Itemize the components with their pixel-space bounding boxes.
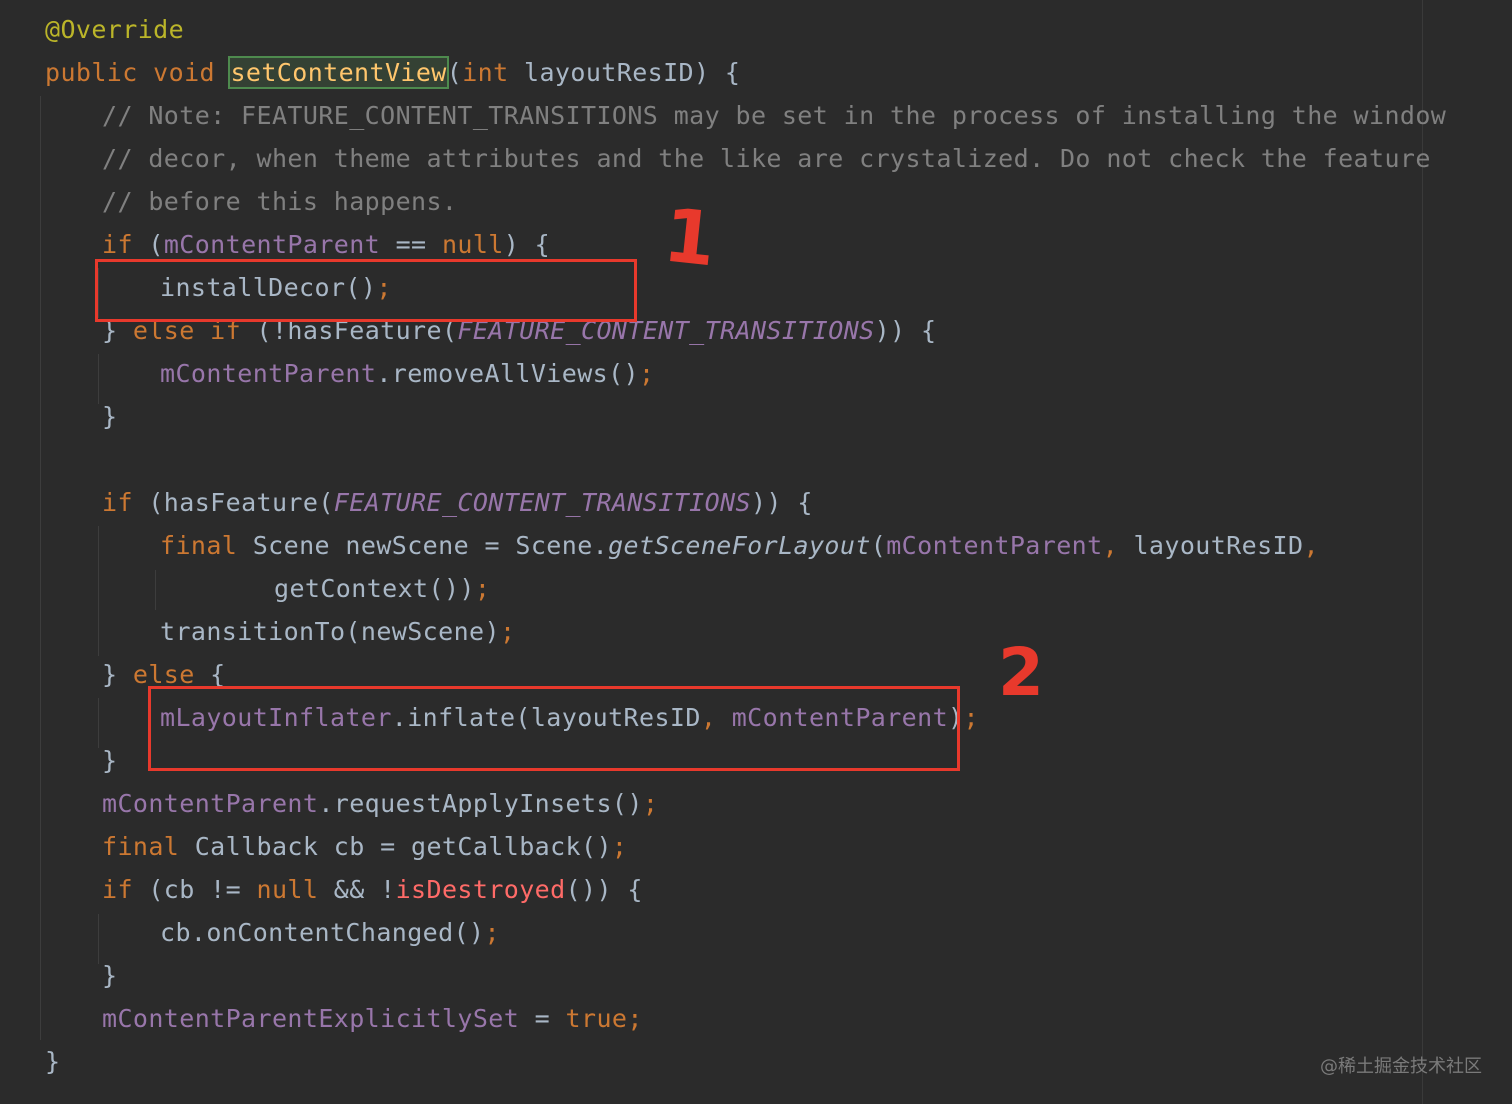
indent-guide bbox=[40, 96, 41, 1040]
code-line-new-scene: final Scene newScene = Scene.getSceneFor… bbox=[160, 524, 1319, 567]
closing-brace: } bbox=[102, 746, 118, 775]
code-comment: // before this happens. bbox=[102, 187, 458, 216]
closing-brace: } bbox=[102, 402, 118, 431]
indent-guide bbox=[98, 354, 99, 404]
code-token: .removeAllViews() bbox=[376, 359, 639, 388]
code-token: getContext()) bbox=[274, 574, 475, 603]
keyword-if: if bbox=[102, 230, 133, 259]
code-token: layoutResID) { bbox=[508, 58, 741, 87]
code-token: ()) { bbox=[565, 875, 643, 904]
code-comment: // Note: FEATURE_CONTENT_TRANSITIONS may… bbox=[102, 101, 1447, 130]
code-line-if-has-feature: if (hasFeature(FEATURE_CONTENT_TRANSITIO… bbox=[102, 481, 813, 524]
field-token: mContentParent bbox=[163, 230, 381, 259]
keyword-final: final bbox=[160, 531, 238, 560]
semicolon: ; bbox=[499, 617, 516, 646]
keyword-final: final bbox=[102, 832, 180, 861]
code-token: .requestApplyInsets() bbox=[318, 789, 643, 818]
highlight-box-inflate bbox=[148, 686, 960, 771]
comma: , bbox=[1303, 531, 1319, 560]
code-line-method-signature: public void setContentView(int layoutRes… bbox=[45, 51, 740, 94]
code-token: && ! bbox=[318, 875, 396, 904]
keyword-else: else bbox=[132, 660, 195, 689]
override-annotation: @Override bbox=[45, 15, 185, 44]
code-editor[interactable]: @Override public void setContentView(int… bbox=[0, 0, 1512, 1104]
code-token: Scene newScene = Scene. bbox=[237, 531, 609, 560]
semicolon: ; bbox=[484, 918, 500, 947]
closing-brace: } bbox=[45, 1047, 61, 1076]
annotation-number-2: 2 bbox=[998, 634, 1044, 711]
code-comment: // decor, when theme attributes and the … bbox=[102, 144, 1431, 173]
semicolon: ; bbox=[474, 574, 491, 603]
code-line-explicitly-set: mContentParentExplicitlySet = true; bbox=[102, 997, 643, 1040]
semicolon: ; bbox=[642, 789, 659, 818]
code-line-transition-to: transitionTo(newScene); bbox=[160, 610, 515, 653]
comma: , bbox=[1102, 531, 1119, 560]
code-token: )) { bbox=[874, 316, 937, 345]
keyword-public: public bbox=[45, 58, 138, 87]
semicolon: ; bbox=[639, 359, 655, 388]
code-token: layoutResID bbox=[1118, 531, 1304, 560]
code-token: (hasFeature( bbox=[132, 488, 334, 517]
highlight-box-install-decor bbox=[95, 259, 637, 322]
indent-guide bbox=[98, 526, 99, 656]
keyword-int: int bbox=[462, 58, 509, 87]
keyword-void: void bbox=[153, 58, 215, 87]
semicolon: ; bbox=[627, 1004, 643, 1033]
code-token: (cb != bbox=[132, 875, 257, 904]
code-line-request-insets: mContentParent.requestApplyInsets(); bbox=[102, 782, 658, 825]
code-token: } bbox=[102, 660, 133, 689]
code-token: = bbox=[519, 1004, 566, 1033]
closing-brace: } bbox=[102, 961, 118, 990]
static-method-token: getSceneForLayout bbox=[608, 531, 871, 560]
code-line-remove-views: mContentParent.removeAllViews(); bbox=[160, 352, 654, 395]
semicolon: ; bbox=[963, 703, 979, 732]
keyword-true: true bbox=[565, 1004, 628, 1033]
annotation-number-1: 1 bbox=[659, 192, 720, 284]
keyword-null: null bbox=[256, 875, 319, 904]
code-line-callback: final Callback cb = getCallback(); bbox=[102, 825, 627, 868]
indent-guide bbox=[98, 914, 99, 964]
code-token: ( bbox=[132, 230, 164, 259]
code-token: transitionTo(newScene) bbox=[160, 617, 500, 646]
keyword-null: null bbox=[441, 230, 504, 259]
field-token: mContentParent bbox=[886, 531, 1103, 560]
code-token: ( bbox=[446, 58, 463, 87]
code-token: ) { bbox=[503, 230, 551, 259]
code-line-get-context: getContext()); bbox=[274, 567, 490, 610]
method-name-highlight[interactable]: setContentView bbox=[228, 56, 449, 89]
keyword-if: if bbox=[102, 488, 133, 517]
code-token: )) { bbox=[750, 488, 813, 517]
code-token: ( bbox=[870, 531, 887, 560]
watermark-text: @稀土掘金技术社区 bbox=[1320, 1056, 1482, 1077]
code-line-if-cb: if (cb != null && !isDestroyed()) { bbox=[102, 868, 643, 911]
indent-guide bbox=[155, 570, 156, 610]
code-line-content-changed: cb.onContentChanged(); bbox=[160, 911, 500, 954]
field-token: mContentParent bbox=[160, 359, 377, 388]
code-token: Callback cb = getCallback() bbox=[179, 832, 612, 861]
indent-guide bbox=[98, 698, 99, 748]
code-token: == bbox=[380, 230, 442, 259]
field-token: mContentParentExplicitlySet bbox=[102, 1004, 520, 1033]
semicolon: ; bbox=[611, 832, 628, 861]
code-line-annotation: @Override bbox=[45, 8, 184, 51]
field-token: mContentParent bbox=[102, 789, 319, 818]
constant-token: FEATURE_CONTENT_TRANSITIONS bbox=[333, 488, 751, 517]
code-token: { bbox=[194, 660, 226, 689]
keyword-if: if bbox=[102, 875, 133, 904]
method-token: isDestroyed bbox=[395, 875, 566, 904]
code-token: cb.onContentChanged() bbox=[160, 918, 485, 947]
